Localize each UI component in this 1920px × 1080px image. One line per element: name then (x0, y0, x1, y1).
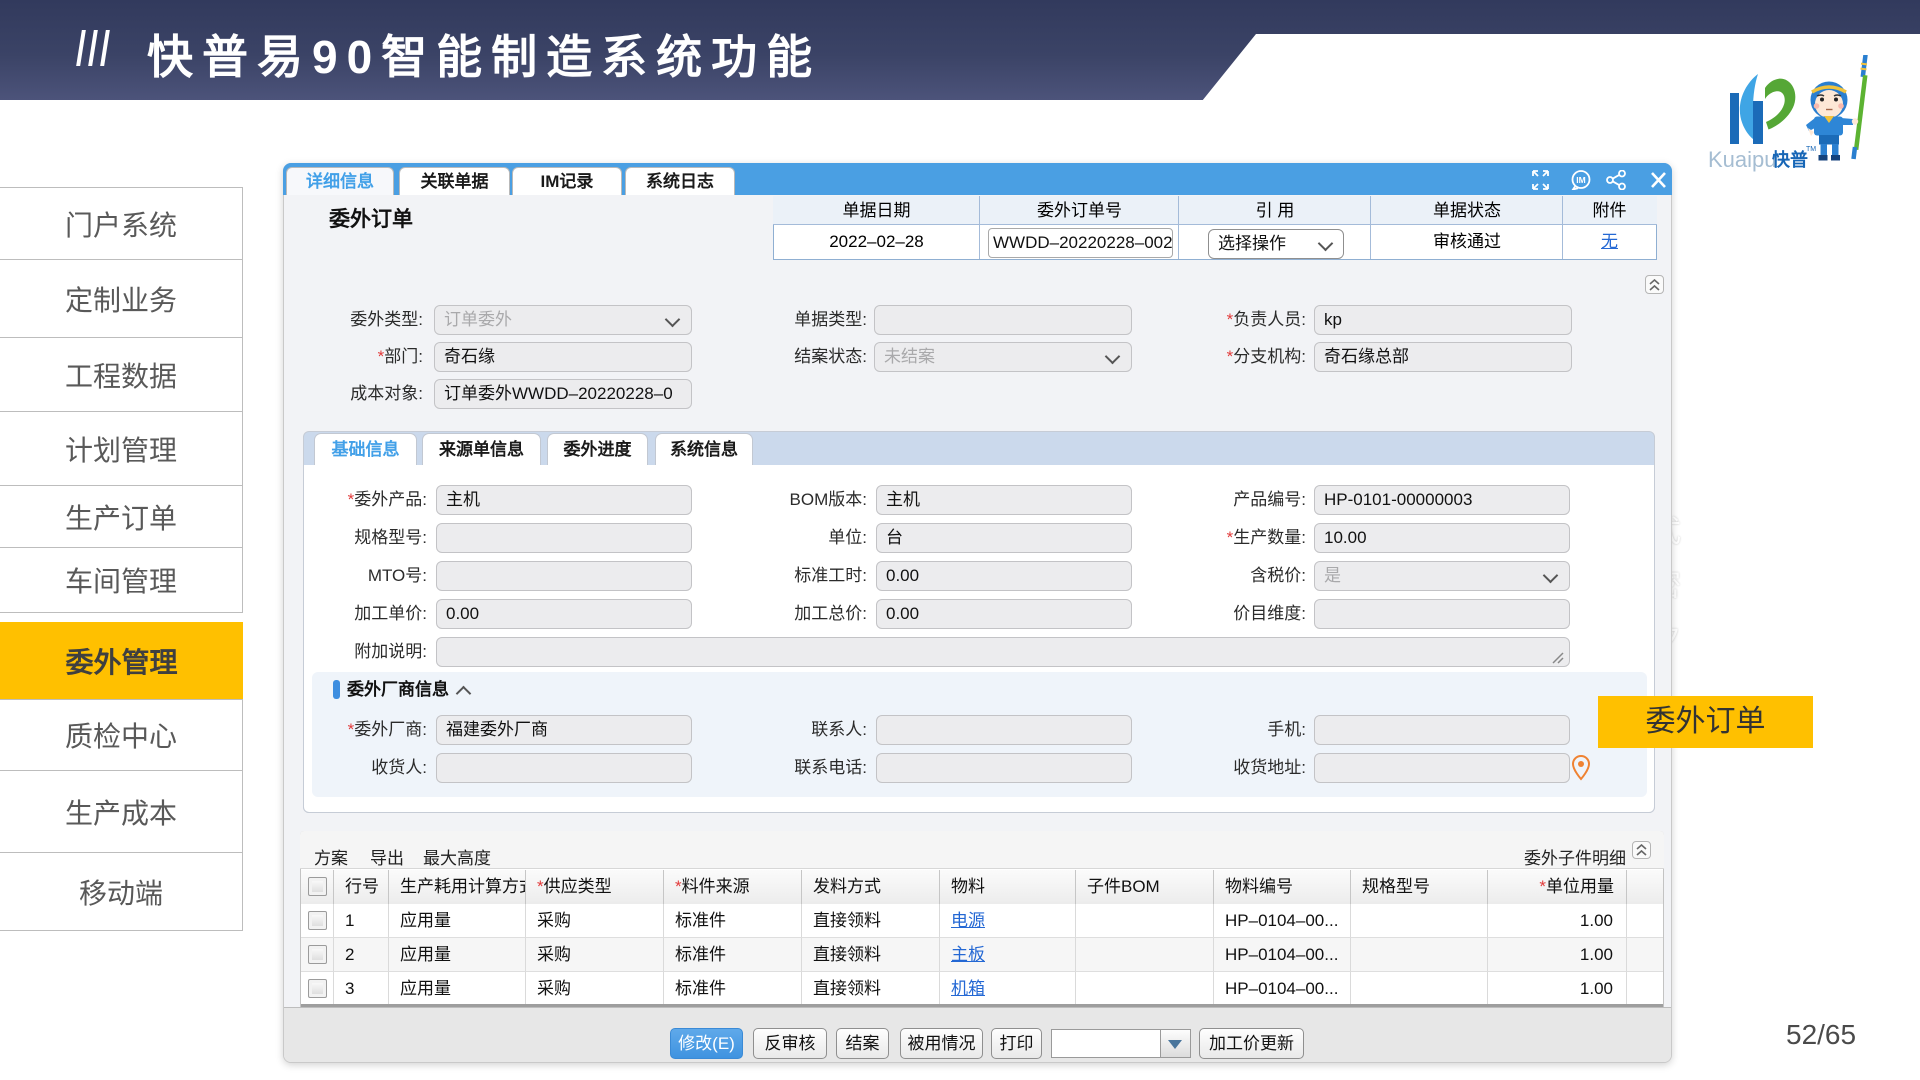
svg-text:TM: TM (1806, 146, 1816, 153)
svg-text:快普: 快普 (1772, 149, 1808, 170)
svg-text:Kuaipu: Kuaipu (1708, 147, 1777, 172)
svg-text:IM: IM (1576, 175, 1585, 185)
